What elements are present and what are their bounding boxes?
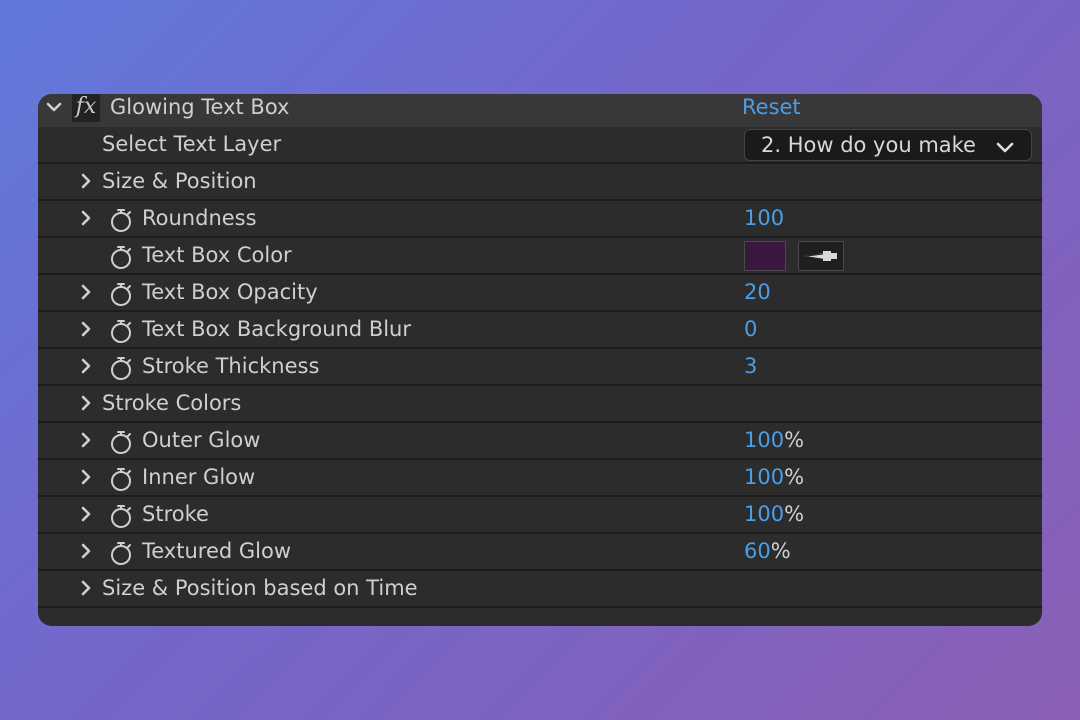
stopwatch-icon[interactable]: [108, 281, 134, 307]
stroke-thickness-row[interactable]: Stroke Thickness 3: [38, 349, 1042, 384]
chevron-right-icon[interactable]: [78, 506, 94, 522]
stopwatch-icon[interactable]: [108, 207, 134, 233]
stopwatch-icon[interactable]: [108, 429, 134, 455]
stopwatch-icon[interactable]: [108, 540, 134, 566]
size-position-time-row[interactable]: Size & Position based on Time: [38, 571, 1042, 606]
outer-glow-number: 100: [744, 428, 785, 452]
inner-glow-label: Inner Glow: [142, 465, 256, 489]
chevron-right-icon[interactable]: [78, 432, 94, 448]
textured-glow-number: 60: [744, 539, 771, 563]
stroke-thickness-value[interactable]: 3: [744, 353, 757, 379]
chevron-right-icon[interactable]: [78, 321, 94, 337]
chevron-right-icon[interactable]: [78, 210, 94, 226]
color-swatch[interactable]: [744, 241, 786, 271]
outer-glow-row[interactable]: Outer Glow 100%: [38, 423, 1042, 458]
eyedropper-icon[interactable]: [798, 241, 844, 271]
stroke-colors-label: Stroke Colors: [102, 391, 242, 415]
text-box-opacity-label: Text Box Opacity: [142, 280, 318, 304]
textured-glow-value[interactable]: 60%: [744, 538, 791, 564]
effect-controls-panel: fx Glowing Text Box Reset Select Text La…: [38, 94, 1042, 626]
textured-glow-label: Textured Glow: [142, 539, 292, 563]
select-text-layer-label: Select Text Layer: [102, 132, 282, 156]
stopwatch-icon[interactable]: [108, 355, 134, 381]
stroke-number: 100: [744, 502, 785, 526]
chevron-right-icon[interactable]: [78, 358, 94, 374]
textured-glow-row[interactable]: Textured Glow 60%: [38, 534, 1042, 569]
percent-unit: %: [784, 465, 805, 489]
stroke-colors-row[interactable]: Stroke Colors: [38, 386, 1042, 421]
text-box-background-blur-value[interactable]: 0: [744, 316, 757, 342]
text-box-background-blur-label: Text Box Background Blur: [142, 317, 412, 341]
chevron-down-icon: [995, 137, 1015, 153]
percent-unit: %: [784, 428, 805, 452]
percent-unit: %: [770, 539, 791, 563]
text-box-opacity-row[interactable]: Text Box Opacity 20: [38, 275, 1042, 310]
chevron-right-icon[interactable]: [78, 395, 94, 411]
roundness-label: Roundness: [142, 206, 257, 230]
stroke-value[interactable]: 100%: [744, 501, 804, 527]
stroke-row[interactable]: Stroke 100%: [38, 497, 1042, 532]
chevron-down-icon[interactable]: [46, 99, 62, 115]
effect-header-row[interactable]: fx Glowing Text Box Reset: [38, 94, 1042, 129]
stopwatch-icon[interactable]: [108, 244, 134, 270]
text-layer-dropdown[interactable]: 2. How do you make: [744, 129, 1032, 161]
dropdown-selected-value: 2. How do you make: [761, 133, 976, 157]
inner-glow-row[interactable]: Inner Glow 100%: [38, 460, 1042, 495]
text-box-color-row[interactable]: Text Box Color: [38, 238, 1042, 273]
percent-unit: %: [784, 502, 805, 526]
effect-name: Glowing Text Box: [110, 95, 290, 119]
chevron-right-icon[interactable]: [78, 469, 94, 485]
text-box-background-blur-row[interactable]: Text Box Background Blur 0: [38, 312, 1042, 347]
stroke-thickness-label: Stroke Thickness: [142, 354, 320, 378]
chevron-right-icon[interactable]: [78, 543, 94, 559]
size-position-time-label: Size & Position based on Time: [102, 576, 418, 600]
stopwatch-icon[interactable]: [108, 466, 134, 492]
stroke-label: Stroke: [142, 502, 209, 526]
outer-glow-label: Outer Glow: [142, 428, 261, 452]
chevron-right-icon[interactable]: [78, 284, 94, 300]
inner-glow-number: 100: [744, 465, 785, 489]
stopwatch-icon[interactable]: [108, 503, 134, 529]
empty-row: [38, 608, 1042, 626]
text-box-opacity-value[interactable]: 20: [744, 279, 771, 305]
inner-glow-value[interactable]: 100%: [744, 464, 804, 490]
select-text-layer-row: Select Text Layer 2. How do you make: [38, 127, 1042, 162]
roundness-row[interactable]: Roundness 100: [38, 201, 1042, 236]
outer-glow-value[interactable]: 100%: [744, 427, 804, 453]
size-position-label: Size & Position: [102, 169, 257, 193]
chevron-right-icon[interactable]: [78, 173, 94, 189]
chevron-right-icon[interactable]: [78, 580, 94, 596]
fx-icon[interactable]: fx: [72, 94, 100, 122]
reset-button[interactable]: Reset: [742, 94, 801, 120]
stopwatch-icon[interactable]: [108, 318, 134, 344]
text-box-color-label: Text Box Color: [142, 243, 292, 267]
roundness-value[interactable]: 100: [744, 205, 784, 231]
size-position-row[interactable]: Size & Position: [38, 164, 1042, 199]
